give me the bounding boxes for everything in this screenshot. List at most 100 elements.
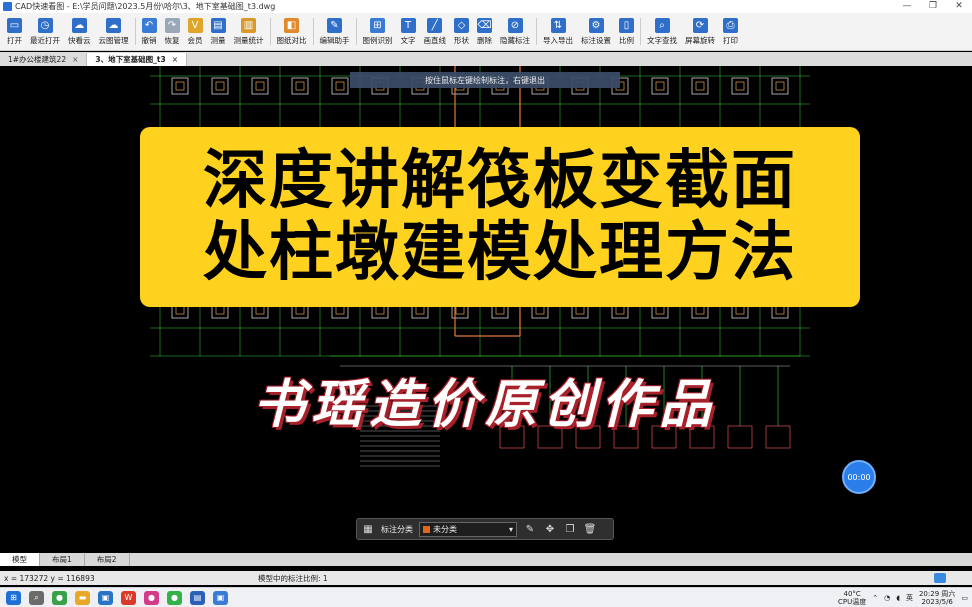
grid-icon[interactable]: ▦ [361,524,375,535]
compare-icon: ◧ [284,17,299,33]
cloud-icon: ☁ [71,17,87,33]
shape-button[interactable]: ◇ 形状 [450,13,473,50]
toolbar-label: 测量统计 [233,35,264,45]
cad-footing [415,305,425,315]
redo-button[interactable]: ↷ 恢复 [161,13,184,50]
delete-icon[interactable]: 🗑 [583,524,597,535]
maximize-button[interactable]: ❐ [920,0,946,13]
network-icon[interactable]: ◔ [884,594,890,602]
cad-footing [765,425,791,449]
status-app-icon[interactable] [934,573,946,583]
compare-button[interactable]: ◧ 图纸对比 [273,13,311,50]
doc-tab-office-building[interactable]: 1#办公楼建筑22 × [0,53,88,66]
tray-arrow-icon[interactable]: ⌃ [872,594,878,602]
cad-footing [171,77,189,95]
folder-icon: ▭ [7,17,22,33]
annotation-settings-button[interactable]: ⚙ 标注设置 [577,13,615,50]
app-icon[interactable]: ▣ [213,590,228,605]
window-title: CAD快速看图 - E:\学员问题\2023.5月份\哈尔\3、地下室基础图_t… [15,2,276,11]
cad-footing [331,77,349,95]
minimize-button[interactable]: — [894,0,920,13]
layout-tab-model[interactable]: 模型 [0,553,40,566]
toolbar-label: 测量 [210,35,226,45]
toolbar-label: 画直线 [423,35,447,45]
taskbar: ⊞ ⌕ ● ▬ ▣ W ● ● ▤ ▣ 40°C CPU温度 ⌃ ◔ ◖ 英 20… [0,587,972,607]
text-button[interactable]: T 文字 [397,13,420,50]
vip-button[interactable]: V 会员 [184,13,207,50]
cad-footing [615,305,625,315]
eraser-button[interactable]: ⌫ 删除 [473,13,496,50]
input-language[interactable]: 英 [906,593,913,603]
search-icon[interactable]: ⌕ [29,590,44,605]
cad-footing [695,305,705,315]
close-tab-icon[interactable]: × [172,55,178,64]
browser-icon[interactable]: ● [52,590,67,605]
scale-button[interactable]: ▯ 比例 [615,13,638,50]
annotation-category-label: 标注分类 [381,524,413,534]
layout-tab-2[interactable]: 布局2 [85,553,130,566]
cad-footing [211,77,229,95]
cad-footing [335,305,345,315]
move-icon[interactable]: ✥ [543,524,557,535]
cloud-manage-button[interactable]: ☁ 云图管理 [95,13,133,50]
layout-tabs: 模型 布局1 布局2 [0,553,972,566]
toolbar-label: 图纸对比 [276,35,307,45]
text-search-button[interactable]: ⌕ 文字查找 [643,13,681,50]
close-tab-icon[interactable]: × [72,55,78,64]
legend-recognize-button[interactable]: ⊞ 图例识别 [359,13,397,50]
cad-footing [727,425,753,449]
folder-button[interactable]: ▭ 打开 [3,13,26,50]
app-icon[interactable]: ▣ [98,590,113,605]
eraser-icon: ⌫ [477,17,492,33]
cad-footing [295,305,305,315]
print-button[interactable]: ⎙ 打印 [719,13,742,50]
hide-annotation-button[interactable]: ⊘ 隐藏标注 [496,13,534,50]
cad-viewer-taskbar-icon[interactable]: ▤ [190,590,205,605]
toolbar-label: 打印 [723,35,738,45]
rotate-screen-button[interactable]: ⟳ 屏幕旋转 [681,13,719,50]
undo-icon: ↶ [141,17,157,33]
cad-footing [455,305,465,315]
cloud-button[interactable]: ☁ 快看云 [64,13,95,50]
volume-icon[interactable]: ◖ [896,594,900,602]
toolbar-label: 快看云 [68,35,91,45]
edit-assistant-button[interactable]: ✎ 编辑助手 [316,13,354,50]
cad-footing [535,305,545,315]
cad-footing [775,305,785,315]
toolbar-label: 恢复 [164,35,180,45]
clock-button[interactable]: ◷ 最近打开 [26,13,64,50]
file-explorer-icon[interactable]: ▬ [75,590,90,605]
line-button[interactable]: ╱ 画直线 [420,13,451,50]
timer-button[interactable]: 00:00 [842,460,876,494]
wechat-icon[interactable]: ● [167,590,182,605]
edit-icon[interactable]: ✎ [523,524,537,535]
copy-icon[interactable]: ❐ [563,524,577,535]
doc-tab-basement-foundation[interactable]: 3、地下室基础图_t3 × [87,53,187,66]
layout-tab-1[interactable]: 布局1 [40,553,85,566]
shape-icon: ◇ [454,17,469,33]
draw-hint-tooltip: 按住鼠标左键绘制标注，右键退出 [350,72,620,88]
author-watermark: 书瑶造价原创作品 [252,374,717,435]
measure-button[interactable]: ▤ 测量 [207,13,230,50]
category-value: 未分类 [433,524,457,534]
chevron-down-icon: ▾ [508,524,513,534]
toolbar-ribbon: ▭ 打开 ◷ 最近打开 ☁ 快看云 ☁ 云图管理 ↶ 撤销 ↷ 恢复 V 会员 ▤ 测量 ▥ 测量统计 ◧ 图纸对比 ✎… [0,13,972,51]
cad-footing [255,81,265,91]
annotation-category-select[interactable]: 未分类 ▾ [419,521,517,537]
cad-footing [335,81,345,91]
close-button[interactable]: ✕ [946,0,972,13]
edit-assistant-icon: ✎ [327,17,342,33]
clock[interactable]: 20:29 周六 2023/5/6 [919,590,955,606]
wps-icon[interactable]: W [121,590,136,605]
coordinate-readout: x = 173272 y = 116893 [4,573,95,583]
cpu-temp: 40°C CPU温度 [838,590,867,606]
text-icon: T [400,17,416,33]
toolbar-label: 删除 [477,35,492,45]
measure-icon: ▤ [210,17,226,33]
measure-stats-button[interactable]: ▥ 测量统计 [230,13,268,50]
windows-start-icon[interactable]: ⊞ [6,590,21,605]
media-icon[interactable]: ● [144,590,159,605]
undo-button[interactable]: ↶ 撤销 [138,13,161,50]
notification-icon[interactable]: ▭ [961,594,968,602]
import-export-button[interactable]: ⇅ 导入导出 [539,13,577,50]
